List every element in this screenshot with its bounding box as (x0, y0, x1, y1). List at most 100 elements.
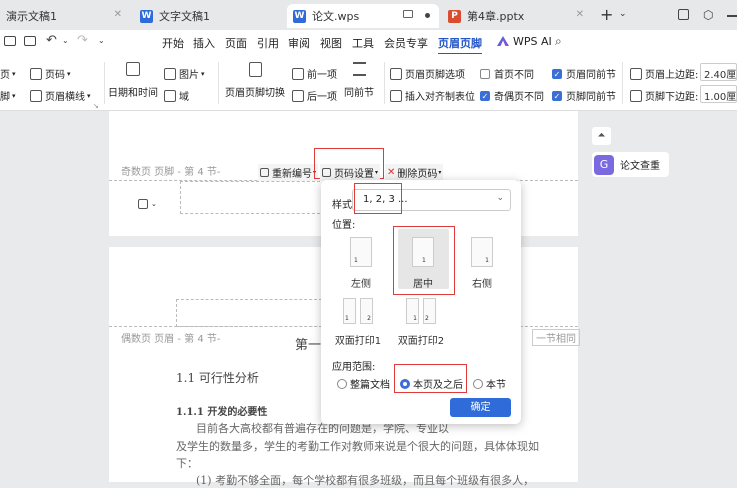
unsaved-dot-icon (425, 13, 430, 18)
chevron-down-icon: ⌄ (151, 200, 157, 208)
scope-whole-label: 整篇文档 (350, 380, 390, 391)
odd-footer-label: 奇数页 页脚 - 第 4 节- (121, 167, 221, 178)
same-prev-note: 一节相同 (532, 329, 580, 346)
footer-bottom-input[interactable]: 1.00厘 (700, 85, 737, 103)
menu-tools[interactable]: 工具 (352, 35, 374, 51)
position-left[interactable]: 1 左侧 (338, 237, 384, 290)
position-duplex1[interactable]: 1 2 双面打印1 (333, 298, 383, 347)
chevron-down-icon[interactable]: ⌄ (619, 9, 627, 19)
odd-even-diff-checkbox[interactable]: ✓ 奇偶页不同 (480, 88, 544, 103)
wps-presentation-icon: P (448, 9, 461, 23)
prev-item-button[interactable]: 前一项 (292, 66, 337, 81)
hf-switch-button[interactable]: 页眉页脚切换 (224, 62, 286, 99)
monitor-icon[interactable] (403, 10, 413, 18)
prev-label: 前一项 (307, 70, 337, 81)
renumber-label: 重新编号 (272, 169, 312, 180)
paper-check-label: 论文查重 (620, 161, 660, 172)
print-preview-icon[interactable] (24, 36, 36, 46)
position-label: 位置: (332, 220, 356, 231)
chevron-down-icon[interactable]: ⌄ (62, 36, 69, 45)
scope-this-section[interactable]: 本节 (473, 376, 506, 391)
insert-align-tab-label: 插入对齐制表位 (405, 92, 475, 103)
settings-icon (322, 168, 331, 177)
footer-textbox[interactable] (180, 181, 320, 214)
menu-review[interactable]: 审阅 (288, 35, 310, 51)
page-number-menu[interactable]: 页码 ▾ (30, 66, 71, 81)
page-number-settings-button[interactable]: 页码设置 ▾ (320, 164, 381, 181)
options-icon (390, 67, 402, 80)
search-icon[interactable]: ⌕ (555, 34, 562, 49)
chevron-down-icon: ▾ (12, 69, 16, 78)
checkbox-icon (480, 68, 490, 79)
menu-insert[interactable]: 插入 (193, 35, 215, 51)
chevron-down-icon: ⌄ (496, 193, 504, 203)
odd-even-diff-label: 奇偶页不同 (494, 92, 544, 103)
page-number-button[interactable]: 页 ▾ (0, 66, 16, 82)
footer-align-button[interactable]: ⌄ (138, 199, 157, 209)
insert-align-tab-button[interactable]: 插入对齐制表位 (390, 88, 475, 103)
header-line-button[interactable]: 页眉横线 ▾ (30, 88, 91, 103)
page-number-settings-popup: 样式 1, 2, 3 ... ⌄ 位置: 1 左侧 1 居中 1 右侧 1 2 … (321, 180, 521, 424)
position-duplex1-label: 双面打印1 (334, 336, 382, 347)
page-number-suffix: 页 (0, 70, 10, 81)
same-prev-icon (352, 62, 366, 76)
position-right[interactable]: 1 右侧 (459, 237, 505, 290)
same-prev-button[interactable]: 同前节 (342, 62, 376, 99)
header-textbox[interactable] (176, 299, 322, 327)
hf-options-button[interactable]: 页眉页脚选项 (390, 66, 465, 81)
header-line-label: 页眉横线 (45, 92, 85, 103)
section-heading: 1.1 可行性分析 (176, 371, 259, 385)
datetime-button[interactable]: 日期和时间 (108, 62, 158, 99)
tab-writer1[interactable]: W 文字文稿1 (134, 4, 280, 28)
divider (104, 62, 105, 104)
menu-header-footer[interactable]: 页眉页脚 (438, 35, 482, 55)
chevron-down-icon: ▾ (87, 91, 91, 100)
new-tab-icon[interactable]: + (600, 5, 613, 24)
menu-page[interactable]: 页面 (225, 35, 247, 51)
chevron-down-icon: ▾ (12, 91, 16, 100)
page-number-icon (30, 67, 42, 80)
scope-whole-document[interactable]: 整篇文档 (337, 376, 390, 391)
cube-icon[interactable]: ⬡ (703, 8, 713, 22)
header-top-margin: 页眉上边距: (630, 66, 698, 81)
field-button[interactable]: 域 (164, 88, 189, 103)
tab-thesis[interactable]: W 论文.wps (287, 4, 439, 28)
close-icon[interactable]: ✕ (114, 9, 122, 20)
position-duplex2[interactable]: 1 2 双面打印2 (395, 298, 447, 347)
print-icon[interactable] (4, 36, 16, 46)
menu-bar: ↶ ⌄ ↷ ⌄ 开始 插入 页面 引用 审阅 视图 工具 会员专享 页眉页脚 W… (0, 30, 737, 55)
footer-same-prev-label: 页脚同前节 (566, 92, 616, 103)
header-top-input[interactable]: 2.40厘 (700, 63, 737, 81)
first-diff-label: 首页不同 (494, 70, 534, 81)
delete-page-number-button[interactable]: ✕ 删除页码 ▾ (385, 164, 444, 181)
renumber-button[interactable]: 重新编号 ▾ (258, 164, 319, 181)
first-page-diff-checkbox[interactable]: 首页不同 (480, 66, 534, 81)
picture-button[interactable]: 图片 ▾ (164, 66, 205, 81)
collapse-icon[interactable]: ⏶ (592, 127, 611, 145)
ok-button[interactable]: 确定 (450, 398, 511, 417)
minimize-icon[interactable] (727, 15, 737, 17)
undo-icon[interactable]: ↶ (46, 33, 57, 48)
tab-presentation1[interactable]: 演示文稿1 ✕ (0, 4, 130, 28)
footer-button[interactable]: 脚 ▾ (0, 88, 16, 104)
next-icon (292, 89, 304, 102)
menu-references[interactable]: 引用 (257, 35, 279, 51)
menu-member[interactable]: 会员专享 (384, 35, 428, 51)
divider (622, 62, 623, 104)
dialog-launcher-icon[interactable]: ↘ (93, 102, 99, 110)
footer-same-prev-checkbox[interactable]: ✓ 页脚同前节 (552, 88, 616, 103)
close-icon[interactable]: ✕ (576, 9, 584, 20)
menu-home[interactable]: 开始 (162, 35, 184, 51)
menu-wps-ai[interactable]: WPS AI (513, 35, 552, 48)
align-icon (138, 199, 148, 209)
tab-bar: 演示文稿1 ✕ W 文字文稿1 W 论文.wps P 第4章.pptx ✕ + … (0, 0, 737, 30)
redo-icon[interactable]: ↷ (77, 33, 88, 48)
window-icon[interactable] (678, 9, 689, 20)
chevron-down-icon[interactable]: ⌄ (98, 36, 105, 45)
tab-chapter4[interactable]: P 第4章.pptx ✕ (442, 4, 592, 28)
paper-check-button[interactable]: G 论文查重 (592, 152, 669, 177)
header-same-prev-checkbox[interactable]: ✓ 页眉同前节 (552, 66, 616, 81)
tab-label: 文字文稿1 (159, 10, 210, 23)
next-item-button[interactable]: 后一项 (292, 88, 337, 103)
menu-view[interactable]: 视图 (320, 35, 342, 51)
